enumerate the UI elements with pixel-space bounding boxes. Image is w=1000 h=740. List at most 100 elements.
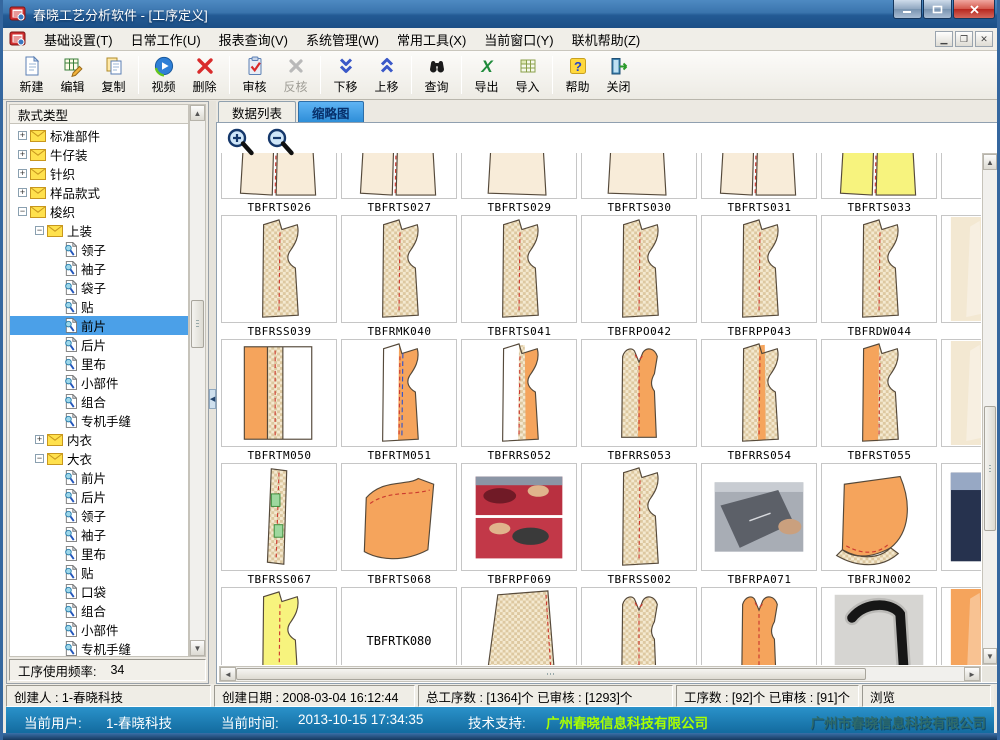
pattern-thumbnail[interactable]: [701, 215, 817, 323]
menu-item-4[interactable]: 常用工具(X): [388, 28, 475, 51]
tree-item-上装[interactable]: − 上装: [10, 221, 188, 240]
thumbnail-cell[interactable]: [941, 463, 981, 587]
pattern-thumbnail[interactable]: [581, 153, 697, 199]
pattern-thumbnail[interactable]: [701, 587, 817, 665]
tree-item-牛仔装[interactable]: + 牛仔装: [10, 145, 188, 164]
mdi-close-button[interactable]: ✕: [975, 31, 993, 47]
tree-item-里布[interactable]: 里布: [10, 544, 188, 563]
tree-item-大衣[interactable]: − 大衣: [10, 449, 188, 468]
pattern-thumbnail[interactable]: [821, 587, 937, 665]
pattern-thumbnail[interactable]: [821, 339, 937, 447]
thumbnail-cell[interactable]: TBFRTS030: [581, 153, 698, 215]
thumbnail-cell[interactable]: TBFRDW044: [821, 215, 938, 339]
thumbnail-cell[interactable]: TBFRRS054: [701, 339, 818, 463]
grid-vertical-scrollbar[interactable]: ▲ ▼: [982, 153, 998, 665]
thumbnail-cell[interactable]: TBFRTM050: [221, 339, 338, 463]
thumbnail-cell[interactable]: [221, 587, 338, 665]
menu-item-0[interactable]: 基础设置(T): [35, 28, 122, 51]
thumbnail-cell[interactable]: TBFRRS052: [461, 339, 578, 463]
tree-expand-icon[interactable]: −: [35, 454, 44, 463]
pattern-thumbnail[interactable]: [581, 339, 697, 447]
tree-item-口袋[interactable]: 口袋: [10, 582, 188, 601]
close-button[interactable]: [953, 0, 995, 19]
pattern-thumbnail[interactable]: [941, 587, 981, 665]
thumbnail-cell[interactable]: TBFRTS027: [341, 153, 458, 215]
grid-scroll-down-icon[interactable]: ▼: [983, 648, 997, 664]
toolbar-button-3[interactable]: 视频: [143, 53, 184, 97]
menu-item-6[interactable]: 联机帮助(Z): [563, 28, 650, 51]
thumbnail-cell[interactable]: TBFRSS002: [581, 463, 698, 587]
tree-item-袖子[interactable]: 袖子: [10, 525, 188, 544]
collapse-panel-icon[interactable]: ◀: [209, 389, 216, 409]
toolbar-button-7[interactable]: 下移: [325, 53, 366, 97]
thumbnail-cell[interactable]: TBFRMK040: [341, 215, 458, 339]
pattern-thumbnail[interactable]: [701, 463, 817, 571]
thumbnail-cell[interactable]: TBFRST055: [821, 339, 938, 463]
pattern-thumbnail[interactable]: [341, 463, 457, 571]
toolbar-button-0[interactable]: 新建: [11, 53, 52, 97]
grid-hscroll-thumb[interactable]: [236, 668, 866, 680]
tree-expand-icon[interactable]: +: [18, 169, 27, 178]
menu-item-2[interactable]: 报表查询(V): [210, 28, 297, 51]
pattern-thumbnail[interactable]: [821, 153, 937, 199]
minimize-button[interactable]: [893, 0, 922, 19]
tree-expand-icon[interactable]: −: [35, 226, 44, 235]
grid-scroll-up-icon[interactable]: ▲: [983, 154, 997, 170]
grid-vscroll-thumb[interactable]: [984, 406, 996, 531]
mdi-restore-button[interactable]: ❐: [955, 31, 973, 47]
thumbnail-cell[interactable]: TBFRTS031: [701, 153, 818, 215]
tree-item-贴[interactable]: 贴: [10, 563, 188, 582]
tree-item-领子[interactable]: 领子: [10, 506, 188, 525]
toolbar-button-1[interactable]: 编辑: [52, 53, 93, 97]
tree-item-后片[interactable]: 后片: [10, 487, 188, 506]
thumbnail-cell[interactable]: [701, 587, 818, 665]
pattern-thumbnail[interactable]: [941, 153, 981, 199]
toolbar-button-13[interactable]: 关闭: [598, 53, 639, 97]
thumbnail-cell[interactable]: [941, 587, 981, 665]
tree-item-贴[interactable]: 贴: [10, 297, 188, 316]
tab-thumbnails[interactable]: 缩略图: [298, 101, 364, 122]
toolbar-button-9[interactable]: 查询: [416, 53, 457, 97]
thumbnail-cell[interactable]: TBFRPP043: [701, 215, 818, 339]
thumbnail-cell[interactable]: [941, 215, 981, 339]
thumbnail-cell[interactable]: TBFRPO042: [581, 215, 698, 339]
tree-item-针织[interactable]: + 针织: [10, 164, 188, 183]
tree-expand-icon[interactable]: +: [18, 150, 27, 159]
thumbnail-cell[interactable]: TBFRTS026: [221, 153, 338, 215]
menu-item-3[interactable]: 系统管理(W): [297, 28, 388, 51]
thumbnail-cell[interactable]: TBFRJN002: [821, 463, 938, 587]
tree-item-后片[interactable]: 后片: [10, 335, 188, 354]
pattern-thumbnail[interactable]: [941, 215, 981, 323]
toolbar-button-5[interactable]: 审核: [234, 53, 275, 97]
pattern-thumbnail[interactable]: [341, 339, 457, 447]
tree-scroll-up-icon[interactable]: ▲: [190, 105, 205, 121]
pattern-thumbnail[interactable]: [461, 339, 577, 447]
tree-item-前片[interactable]: 前片: [10, 316, 188, 335]
pattern-thumbnail[interactable]: [581, 215, 697, 323]
toolbar-button-8[interactable]: 上移: [366, 53, 407, 97]
thumbnail-cell[interactable]: TBFRTM051: [341, 339, 458, 463]
toolbar-button-4[interactable]: 删除: [184, 53, 225, 97]
grid-scroll-left-icon[interactable]: ◄: [220, 667, 236, 681]
thumbnail-cell[interactable]: TBFRSS067: [221, 463, 338, 587]
toolbar-button-10[interactable]: X 导出: [466, 53, 507, 97]
pattern-thumbnail[interactable]: [221, 463, 337, 571]
tree-item-组合[interactable]: 组合: [10, 601, 188, 620]
pattern-thumbnail[interactable]: [221, 215, 337, 323]
thumbnail-cell[interactable]: [941, 339, 981, 463]
pattern-thumbnail[interactable]: [461, 587, 577, 665]
tree-scroll-thumb[interactable]: [191, 300, 204, 348]
tree-item-组合[interactable]: 组合: [10, 392, 188, 411]
tree-item-袋子[interactable]: 袋子: [10, 278, 188, 297]
mdi-minimize-button[interactable]: ▁: [935, 31, 953, 47]
tree-item-袖子[interactable]: 袖子: [10, 259, 188, 278]
thumbnail-cell[interactable]: TBFRTK080: [341, 587, 458, 665]
thumbnail-cell[interactable]: [821, 587, 938, 665]
pattern-thumbnail[interactable]: [821, 215, 937, 323]
tree-item-专机手缝[interactable]: 专机手缝: [10, 639, 188, 657]
tree-item-标准部件[interactable]: + 标准部件: [10, 126, 188, 145]
tree-expand-icon[interactable]: −: [18, 207, 27, 216]
pattern-thumbnail[interactable]: [581, 587, 697, 665]
tree-item-前片[interactable]: 前片: [10, 468, 188, 487]
tab-data-list[interactable]: 数据列表: [218, 101, 296, 122]
